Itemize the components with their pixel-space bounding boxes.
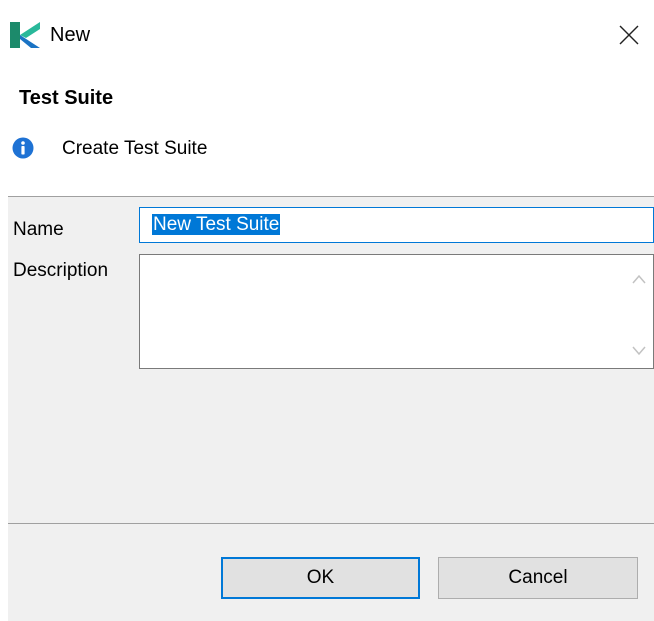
name-label: Name bbox=[13, 219, 64, 240]
window-title: New bbox=[50, 24, 91, 46]
scroll-down-icon[interactable] bbox=[631, 344, 647, 356]
name-input-value: New Test Suite bbox=[152, 214, 281, 235]
form-area: Name New Test Suite Description bbox=[8, 196, 654, 524]
new-dialog: New Test Suite Create Test Suite Name Ne… bbox=[0, 0, 654, 621]
description-label: Description bbox=[13, 260, 109, 281]
button-bar: OK Cancel bbox=[8, 523, 654, 621]
description-textarea[interactable] bbox=[139, 254, 654, 369]
close-icon bbox=[619, 25, 639, 45]
scroll-up-icon[interactable] bbox=[631, 272, 647, 284]
dialog-header: Test Suite Create Test Suite bbox=[0, 68, 654, 196]
katalon-logo-icon bbox=[10, 22, 42, 48]
ok-button[interactable]: OK bbox=[221, 557, 420, 599]
title-bar: New bbox=[0, 0, 654, 68]
name-input[interactable]: New Test Suite bbox=[139, 207, 654, 243]
close-button[interactable] bbox=[612, 18, 646, 52]
page-title: Test Suite bbox=[19, 87, 114, 109]
cancel-button[interactable]: Cancel bbox=[438, 557, 638, 599]
header-message: Create Test Suite bbox=[62, 138, 208, 159]
info-icon bbox=[12, 137, 34, 159]
